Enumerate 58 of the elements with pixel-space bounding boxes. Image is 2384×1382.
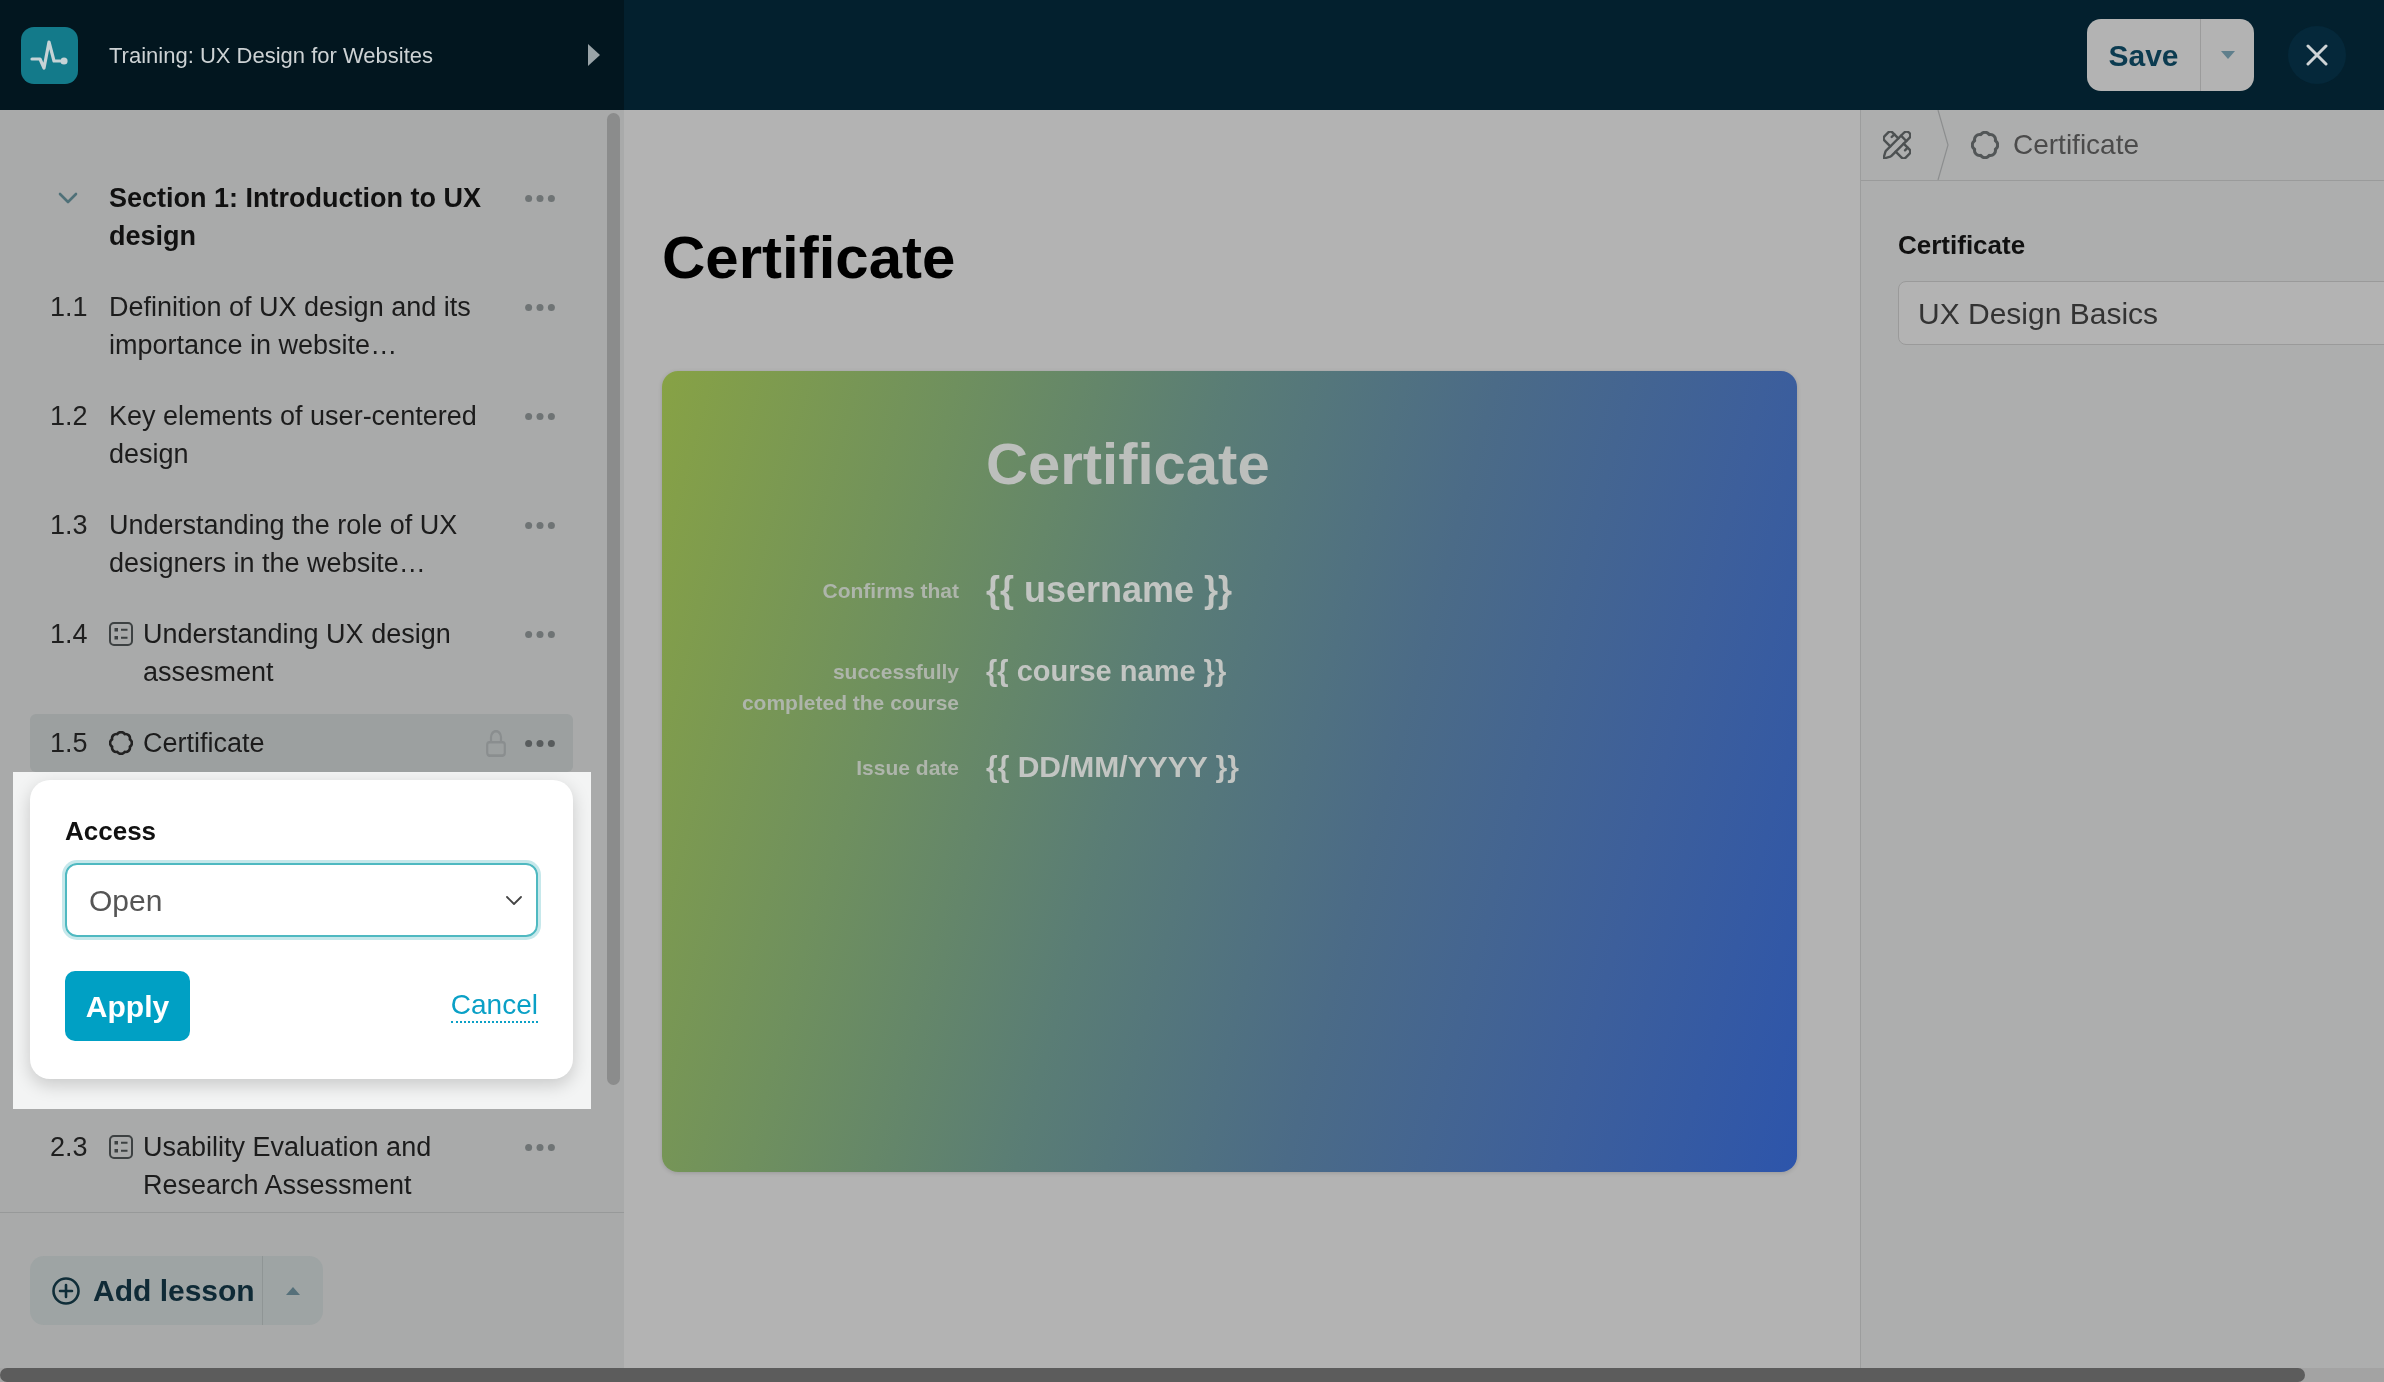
field-label: Certificate [1898, 230, 2026, 260]
lesson-number: 1.1 [50, 291, 89, 324]
lesson-number: 1.3 [50, 509, 89, 542]
save-button[interactable]: Save [2087, 19, 2200, 91]
more-icon[interactable] [525, 739, 555, 747]
lesson-number: 1.5 [50, 727, 89, 760]
add-lesson-button[interactable]: Add lesson [30, 1256, 262, 1325]
badge-icon [109, 731, 133, 755]
lesson-title: Usability Evaluation and Research Assessment [143, 1131, 433, 1202]
course-title: Training: UX Design for Websites [109, 41, 434, 70]
lesson-title: Certificate [143, 727, 265, 760]
lesson-item[interactable]: 1.4 Understanding UX design assesment [30, 605, 573, 701]
lesson-title: Understanding UX design assesment [143, 618, 452, 689]
template-variable-text: {{ course name }} [986, 656, 1227, 687]
template-variable-text: {{ username }} [986, 571, 1233, 609]
pencil-ruler-icon[interactable] [1883, 131, 1911, 159]
certificate-name-field[interactable]: UX Design Basics [1898, 281, 2384, 345]
lesson-item[interactable]: 1.5 Certificate [30, 714, 573, 772]
add-options-button[interactable] [262, 1256, 323, 1325]
lesson-title: Understanding the role of UX designers in the website… [109, 509, 459, 580]
caret-up-icon [286, 1286, 300, 1295]
template-variable-text: {{ DD/MM/YYYY }} [986, 750, 1239, 784]
triangle-right-icon[interactable] [588, 44, 600, 66]
more-icon[interactable] [525, 303, 555, 311]
chevron-down-icon [506, 895, 522, 905]
more-icon[interactable] [525, 630, 555, 638]
access-select[interactable]: Open [65, 863, 538, 937]
badge-icon [1971, 131, 1999, 159]
lesson-item[interactable]: 1.1 Definition of UX design and its importance in website… [30, 278, 573, 374]
section-title[interactable]: Section 1: Introduction to UX design [109, 179, 489, 255]
more-icon[interactable] [525, 1143, 555, 1151]
lesson-number: 2.3 [50, 1131, 89, 1164]
access-label: Access [65, 816, 157, 846]
page-title: Certificate [662, 228, 956, 288]
lesson-number: 1.2 [50, 400, 89, 433]
more-icon[interactable] [525, 412, 555, 420]
scrollbar-thumb[interactable] [607, 113, 620, 1085]
plus-circle-icon [52, 1276, 80, 1305]
lesson-title: Key elements of user-centered design [109, 400, 478, 471]
list-icon [109, 622, 133, 646]
close-icon [2306, 44, 2328, 66]
chevron-separator-icon [1937, 110, 1949, 180]
more-icon[interactable] [525, 194, 555, 202]
lesson-item[interactable]: 1.3 Understanding the role of UX designers in the website… [30, 496, 573, 592]
certificate-line-label: Confirms that [822, 578, 959, 604]
breadcrumb-item: Certificate [2013, 128, 2140, 162]
caret-down-icon [2220, 51, 2235, 59]
save-options-button[interactable] [2200, 19, 2254, 91]
lesson-number: 1.4 [50, 618, 89, 651]
certificate-line-label: successfully completed the course [740, 659, 959, 716]
pulse-logo-icon [21, 26, 78, 84]
certificate-line-label: Issue date [856, 755, 959, 781]
lesson-title: Definition of UX design and its importance in website… [109, 291, 472, 362]
list-icon [109, 1135, 133, 1159]
lesson-item[interactable]: 2.3 Usability Evaluation and Research Assessment [30, 1118, 573, 1214]
lesson-item[interactable]: 1.2 Key elements of user-centered design [30, 387, 573, 483]
more-icon[interactable] [525, 521, 555, 529]
certificate-heading: Certificate [986, 433, 1270, 495]
